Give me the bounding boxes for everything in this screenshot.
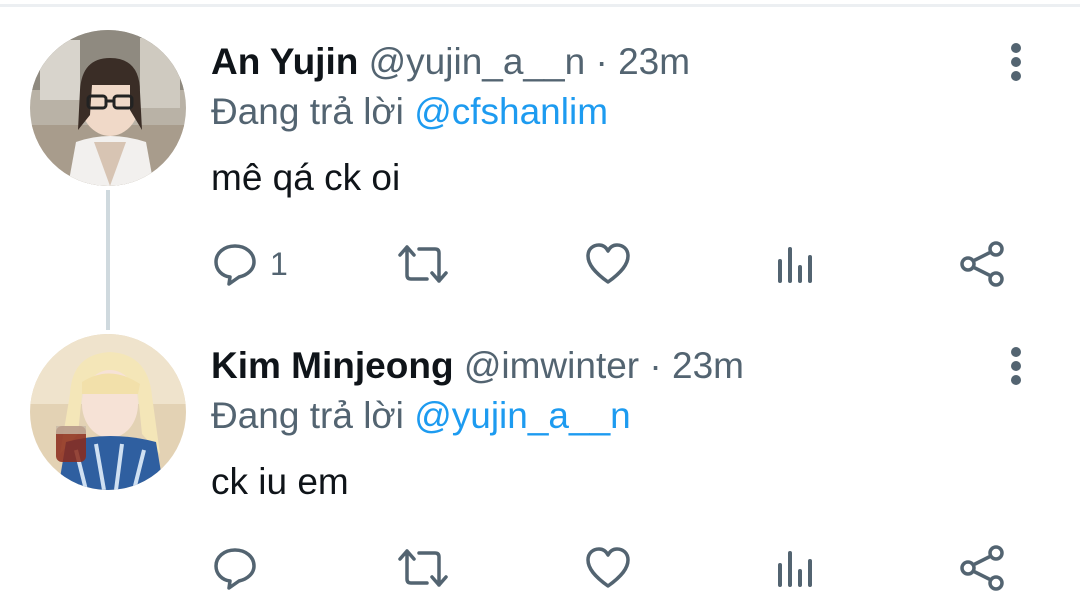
more-vertical-icon	[1011, 43, 1021, 81]
timestamp[interactable]: 23m	[672, 345, 744, 386]
tweet-actions	[0, 540, 1080, 596]
share-icon	[960, 241, 1004, 287]
more-options-button[interactable]	[996, 40, 1036, 88]
separator-dot: ·	[649, 345, 662, 386]
share-button[interactable]	[958, 236, 1006, 292]
retweet-button[interactable]	[396, 540, 450, 596]
replying-to: Đang trả lời @yujin_a__n	[211, 392, 631, 440]
avatar-photo	[30, 30, 186, 186]
replying-to-label: Đang trả lời	[211, 395, 404, 436]
more-options-button[interactable]	[996, 344, 1036, 392]
timestamp[interactable]: 23m	[618, 41, 690, 82]
more-vertical-icon	[1011, 347, 1021, 385]
tweet-text: mê qá ck oi	[211, 157, 401, 198]
share-button[interactable]	[958, 540, 1006, 596]
tweet-header: Kim Minjeong @imwinter · 23m	[211, 342, 744, 390]
avatar[interactable]	[30, 30, 186, 186]
user-handle[interactable]: @imwinter	[464, 345, 639, 386]
avatar-photo	[30, 334, 186, 490]
separator-dot: ·	[595, 41, 608, 82]
reply-button[interactable]	[212, 540, 270, 596]
display-name[interactable]: Kim Minjeong	[211, 345, 454, 386]
retweet-button[interactable]	[396, 236, 450, 292]
heart-icon	[586, 243, 630, 284]
avatar[interactable]	[30, 334, 186, 490]
tweet-header: An Yujin @yujin_a__n · 23m	[211, 38, 690, 86]
tweet-thread: An Yujin @yujin_a__n · 23m Đang trả lời …	[0, 0, 1080, 610]
retweet-icon	[398, 549, 448, 587]
like-button[interactable]	[584, 236, 632, 292]
replying-to: Đang trả lời @cfshanlim	[211, 88, 608, 136]
reply-count: 1	[270, 246, 288, 282]
reply-mention-link[interactable]: @cfshanlim	[414, 91, 608, 132]
reply-mention-link[interactable]: @yujin_a__n	[414, 395, 631, 436]
views-button[interactable]	[774, 540, 818, 596]
reply-button[interactable]: 1	[212, 236, 288, 292]
retweet-icon	[398, 245, 448, 283]
share-icon	[960, 545, 1004, 591]
like-button[interactable]	[584, 540, 632, 596]
views-button[interactable]	[774, 236, 818, 292]
replying-to-label: Đang trả lời	[211, 91, 404, 132]
heart-icon	[586, 547, 630, 588]
views-icon	[778, 551, 812, 587]
user-handle[interactable]: @yujin_a__n	[369, 41, 586, 82]
reply-icon	[214, 244, 256, 286]
tweet-text: ck iu em	[211, 461, 349, 502]
views-icon	[778, 247, 812, 283]
display-name[interactable]: An Yujin	[211, 41, 358, 82]
top-divider	[0, 4, 1080, 7]
tweet-actions: 1	[0, 236, 1080, 292]
reply-icon	[214, 548, 256, 590]
